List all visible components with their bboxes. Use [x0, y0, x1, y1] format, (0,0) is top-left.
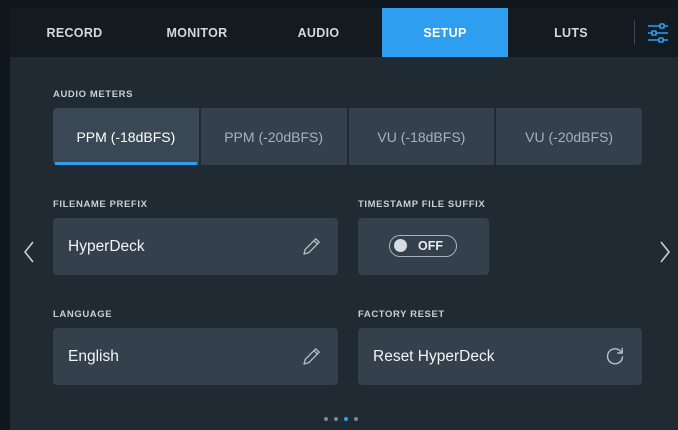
page-dot[interactable] — [354, 417, 358, 421]
settings-sliders-button[interactable] — [638, 8, 678, 57]
tab-divider — [634, 20, 635, 45]
filename-prefix-label: FILENAME PREFIX — [53, 199, 148, 210]
pencil-icon — [303, 347, 320, 365]
meter-option-vu-20[interactable]: VU (-20dBFS) — [496, 108, 642, 165]
pencil-icon — [303, 237, 320, 255]
setup-screen: RECORD MONITOR AUDIO SETUP LUTS AUDIO ME… — [10, 8, 678, 430]
tab-label: AUDIO — [297, 25, 340, 40]
sliders-icon — [648, 22, 668, 43]
filename-prefix-field[interactable]: HyperDeck — [53, 218, 338, 275]
tab-monitor[interactable]: MONITOR — [139, 8, 255, 57]
tab-audio[interactable]: AUDIO — [255, 8, 382, 57]
audio-meters-label: AUDIO METERS — [53, 89, 134, 100]
tab-label: SETUP — [423, 25, 467, 40]
language-value: English — [68, 347, 119, 365]
tab-bar: RECORD MONITOR AUDIO SETUP LUTS — [10, 8, 678, 57]
tab-label: RECORD — [46, 25, 103, 40]
page-dot-active[interactable] — [344, 417, 348, 421]
timestamp-suffix-panel: OFF — [358, 218, 489, 275]
tab-record[interactable]: RECORD — [10, 8, 139, 57]
factory-reset-label: FACTORY RESET — [358, 309, 445, 320]
factory-reset-button[interactable]: Reset HyperDeck — [358, 328, 642, 385]
toggle-knob — [394, 239, 407, 252]
language-field[interactable]: English — [53, 328, 338, 385]
toggle-state: OFF — [418, 239, 443, 253]
tab-setup[interactable]: SETUP — [382, 8, 508, 57]
meter-option-ppm-18[interactable]: PPM (-18dBFS) — [53, 108, 199, 165]
page-dot[interactable] — [334, 417, 338, 421]
factory-reset-button-label: Reset HyperDeck — [373, 347, 495, 365]
chevron-left-icon[interactable] — [22, 240, 36, 264]
timestamp-suffix-label: TIMESTAMP FILE SUFFIX — [358, 199, 486, 210]
tab-luts[interactable]: LUTS — [508, 8, 634, 57]
meter-option-label: PPM (-18dBFS) — [76, 128, 176, 145]
page-dot[interactable] — [324, 417, 328, 421]
meter-option-vu-18[interactable]: VU (-18dBFS) — [348, 108, 495, 165]
page-indicator — [324, 417, 358, 421]
audio-meters-selector: PPM (-18dBFS) PPM (-20dBFS) VU (-18dBFS)… — [53, 108, 642, 165]
refresh-icon — [606, 347, 624, 364]
filename-prefix-value: HyperDeck — [68, 237, 145, 255]
timestamp-suffix-toggle[interactable]: OFF — [389, 235, 457, 257]
tab-label: MONITOR — [166, 25, 228, 40]
language-label: LANGUAGE — [53, 309, 113, 320]
tab-label: LUTS — [554, 25, 588, 40]
meter-option-ppm-20[interactable]: PPM (-20dBFS) — [200, 108, 347, 165]
meter-option-label: VU (-20dBFS) — [525, 128, 614, 145]
chevron-right-icon[interactable] — [658, 240, 672, 264]
meter-option-label: PPM (-20dBFS) — [224, 128, 324, 145]
meter-option-label: VU (-18dBFS) — [377, 128, 466, 145]
